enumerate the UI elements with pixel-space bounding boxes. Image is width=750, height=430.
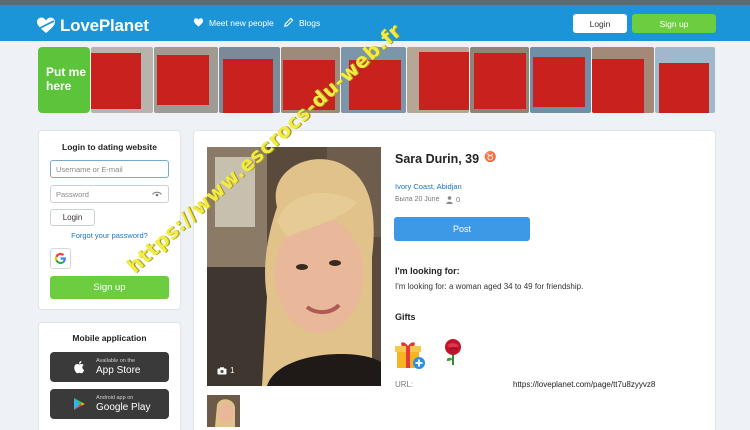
heart-icon — [193, 18, 204, 27]
photo-thumbnail-image — [207, 395, 240, 427]
brand-name: LovePlanet — [60, 16, 149, 35]
member-thumbnail[interactable] — [281, 47, 341, 113]
nav-label: Blogs — [299, 17, 321, 28]
gifts-heading: Gifts — [395, 312, 416, 322]
profile-name: Sara Durin, 39 — [395, 152, 480, 166]
eye-icon[interactable] — [152, 191, 162, 198]
add-gift-button[interactable] — [394, 339, 426, 371]
mobile-card-title: Mobile application — [72, 333, 147, 343]
forgot-password-link[interactable]: Forgot your password? — [39, 231, 180, 240]
looking-for-text: I'm looking for: a woman aged 34 to 49 f… — [395, 282, 584, 291]
store-caption: Available on the — [96, 358, 136, 365]
profile-photo-image — [207, 147, 381, 386]
redaction-box — [91, 53, 142, 109]
nav-label: Meet new people — [209, 17, 274, 28]
photo-count-badge: 1 — [217, 366, 234, 375]
pencil-icon — [284, 17, 294, 27]
login-card-title: Login to dating website — [62, 142, 157, 152]
profile-location[interactable]: Ivory Coast, Abidjan — [395, 182, 462, 191]
camera-icon — [217, 366, 227, 374]
member-thumbnail[interactable] — [341, 47, 406, 113]
nav-blogs[interactable]: Blogs — [283, 17, 320, 28]
url-label: URL: — [395, 380, 414, 389]
zodiac-icon: ♉ — [484, 152, 497, 163]
profile-photo[interactable] — [207, 147, 381, 386]
member-thumbnail[interactable] — [91, 47, 153, 113]
view-count: 0 — [446, 195, 460, 204]
member-thumbnail[interactable] — [153, 47, 218, 113]
login-card: Login to dating website Username or E-ma… — [38, 130, 181, 310]
member-thumbnail[interactable] — [218, 47, 281, 113]
signup-submit-button[interactable]: Sign up — [50, 276, 169, 299]
google-icon — [54, 252, 66, 265]
looking-for-heading: I'm looking for: — [395, 266, 460, 276]
redaction-box — [156, 55, 209, 105]
password-input[interactable]: Password — [50, 185, 169, 203]
redaction-box — [283, 60, 336, 110]
redaction-box — [533, 57, 586, 107]
google-play-button[interactable]: Android app on Google Play — [50, 389, 169, 419]
login-button[interactable]: Login — [573, 14, 627, 33]
redaction-box — [592, 59, 645, 113]
username-input[interactable]: Username or E-mail — [50, 160, 169, 178]
redaction-box — [222, 59, 273, 113]
member-thumbnail[interactable] — [406, 47, 469, 113]
redaction-box — [349, 60, 402, 110]
gift-rose[interactable] — [441, 338, 466, 366]
store-name: App Store — [96, 364, 141, 376]
rose-icon — [445, 339, 461, 365]
heart-logo-icon — [37, 17, 55, 33]
apple-icon — [74, 361, 85, 374]
member-thumbnail[interactable] — [469, 47, 530, 113]
redaction-box — [473, 53, 526, 109]
post-button[interactable]: Post — [394, 217, 530, 241]
person-icon — [446, 195, 453, 204]
header-bar: LovePlanet Meet new people Blogs Login S… — [0, 5, 750, 41]
profile-url: https://loveplanet.com/page/tt7u8zyyvz8 — [513, 380, 656, 389]
store-name: Google Play — [96, 401, 151, 413]
view-count-value: 0 — [456, 195, 461, 204]
password-placeholder: Password — [56, 190, 89, 199]
gift-box-icon — [395, 342, 425, 369]
member-thumbnail[interactable] — [592, 47, 654, 113]
member-thumbnail[interactable] — [530, 47, 592, 113]
signup-button[interactable]: Sign up — [632, 14, 716, 33]
redaction-box — [658, 63, 709, 113]
google-login-button[interactable] — [50, 248, 71, 269]
nav-meet-new-people[interactable]: Meet new people — [193, 17, 274, 28]
google-play-icon — [74, 398, 85, 410]
app-store-button[interactable]: Available on the App Store — [50, 352, 169, 382]
mobile-app-card: Mobile application Available on the App … — [38, 322, 181, 430]
brand-logo[interactable]: LovePlanet — [36, 16, 149, 36]
member-photo-strip: Put me here — [38, 47, 716, 113]
redaction-box — [418, 52, 469, 110]
photo-thumbnail[interactable] — [207, 395, 240, 427]
member-thumbnail[interactable] — [654, 47, 715, 113]
photo-count: 1 — [230, 366, 235, 375]
last-online: Была 20 June — [395, 196, 440, 203]
put-me-here-button[interactable]: Put me here — [38, 47, 91, 113]
login-submit-button[interactable]: Login — [50, 209, 95, 226]
